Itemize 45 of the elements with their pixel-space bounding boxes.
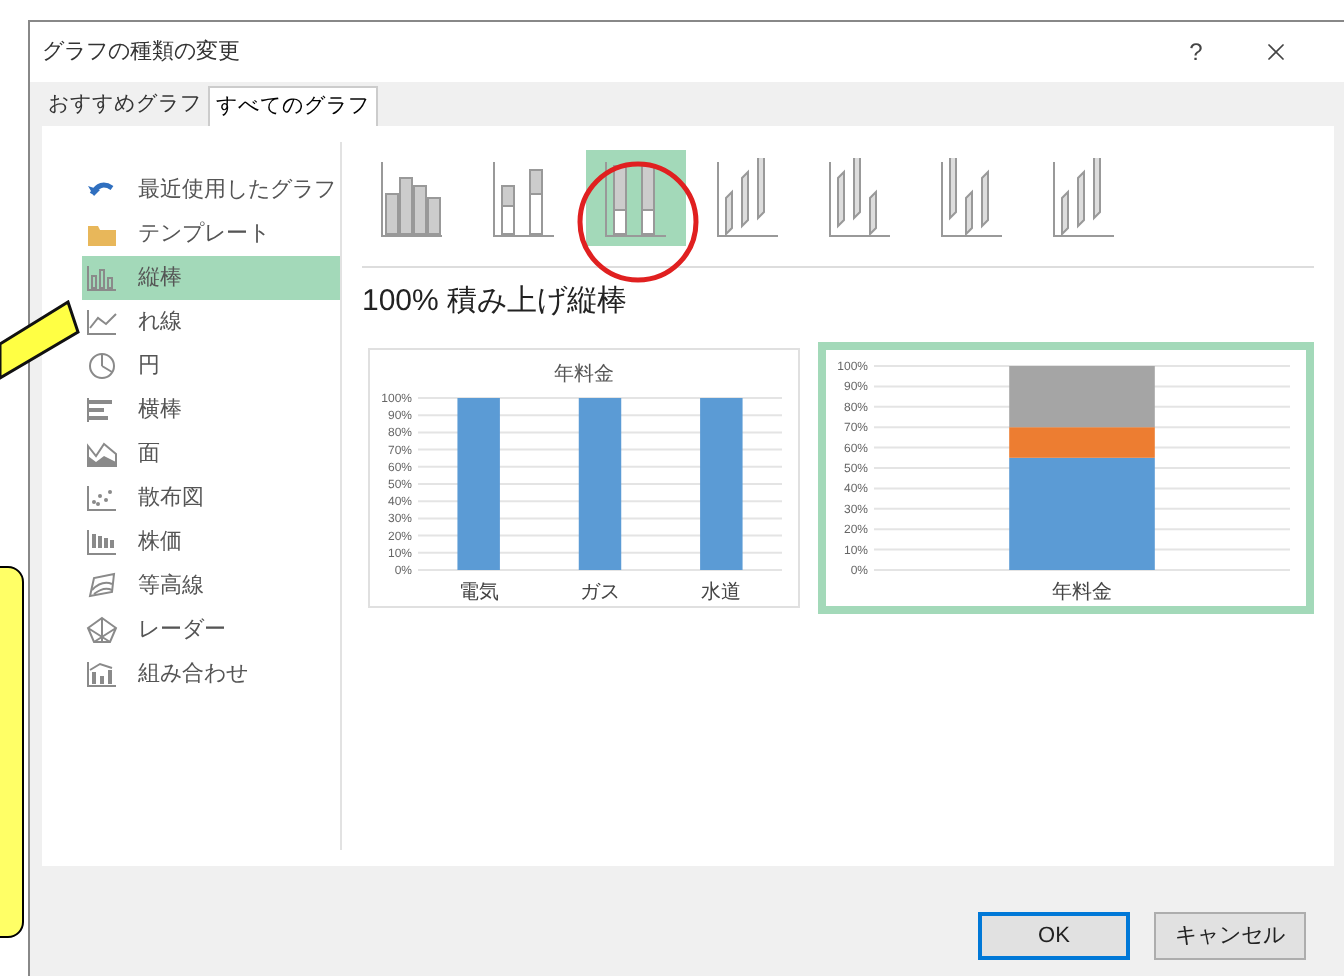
chart-category-item[interactable]: 株価 [82,520,341,564]
horizontal-bar-icon [86,396,118,424]
combo-chart-icon [86,660,118,688]
scatter-chart-icon [86,484,118,512]
column-chart-type-icon [826,158,894,238]
tab[interactable]: おすすめグラフ [42,86,208,126]
line-chart-icon [86,308,118,336]
column-chart-type-icon [1050,158,1118,238]
chart-category-item[interactable]: 最近使用したグラフ [82,168,341,212]
chart-category-item[interactable]: 等高線 [82,564,341,608]
chart-category-item[interactable]: れ線 [82,300,341,344]
column-chart-type-icon [378,158,446,238]
stock-chart-icon [86,528,118,556]
chart-category-item[interactable]: 面 [82,432,341,476]
pie-chart-icon [86,352,118,380]
surface-chart-icon [86,572,118,600]
category-label: ガス [580,581,620,603]
chart-category-item[interactable]: レーダー [82,608,341,652]
chart-category-item[interactable]: 組み合わせ [82,652,341,696]
chart-subtype-title: 100% 積み上げ縦棒 [362,282,630,322]
column-chart-type-icon [490,158,558,238]
column-chart-type-icon [714,158,782,238]
category-label: 年料金 [1052,581,1112,603]
area-chart-icon [86,440,118,468]
chart-title: 年料金 [554,363,614,385]
category-label: 水道 [701,581,742,603]
column-chart-type-icon [938,158,1006,238]
chart-category-item[interactable]: 縦棒 [82,256,341,300]
chart-category-item[interactable]: 散布図 [82,476,341,520]
radar-chart-icon [86,616,118,644]
help-button[interactable]: ? [1166,34,1226,70]
chart-category-item[interactable]: 横棒 [82,388,341,432]
chart-type-option[interactable] [586,150,686,246]
window-title: グラフの種類の変更 [42,37,240,68]
callout-arrow [0,300,80,380]
chart-category-item[interactable]: テンプレート [82,212,341,256]
chart-category-item[interactable]: 円 [82,344,341,388]
column-chart-type-icon [602,158,670,238]
close-icon [1262,38,1290,66]
dialog-button[interactable]: キャンセル [1154,912,1306,960]
bar-chart-icon [86,264,118,292]
category-label: 電気 [458,581,499,603]
tab[interactable]: すべてのグラフ [208,86,378,126]
folder-icon [86,220,118,248]
dialog-button[interactable]: OK [978,912,1130,960]
